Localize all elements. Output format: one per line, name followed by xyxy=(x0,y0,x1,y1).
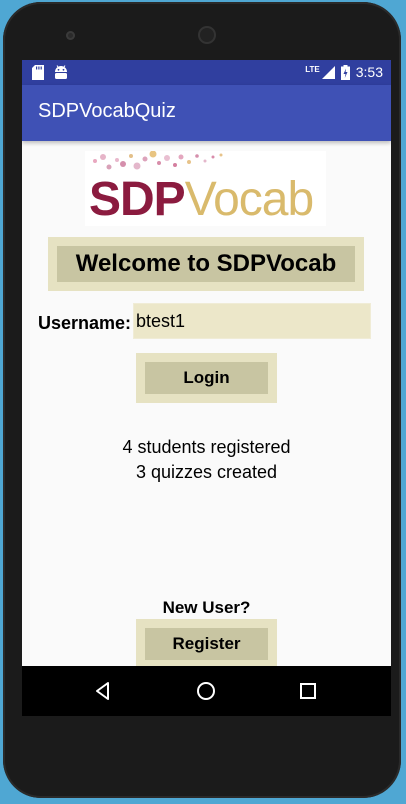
quizzes-count: 3 quizzes created xyxy=(135,462,278,482)
recents-icon[interactable] xyxy=(293,676,323,706)
network-type: LTE xyxy=(305,64,320,74)
username-input[interactable]: btest1 xyxy=(133,303,371,339)
sd-card-icon xyxy=(32,65,44,80)
register-button[interactable]: Register xyxy=(136,619,277,669)
register-button-label: Register xyxy=(145,628,268,660)
welcome-text: Welcome to SDPVocab xyxy=(57,246,355,282)
students-count: 4 students registered xyxy=(122,437,291,457)
login-button[interactable]: Login xyxy=(136,353,277,403)
welcome-banner: Welcome to SDPVocab xyxy=(48,237,364,291)
back-icon[interactable] xyxy=(88,676,118,706)
android-icon xyxy=(55,65,67,79)
earpiece-speaker xyxy=(198,26,216,44)
new-user-prompt: New User? xyxy=(162,598,251,617)
status-bar: LTE 3:53 xyxy=(22,60,391,85)
app-bar: SDPVocabQuiz xyxy=(22,85,391,141)
app-title: SDPVocabQuiz xyxy=(38,100,176,122)
signal-icon xyxy=(321,65,335,79)
username-label: Username: xyxy=(38,313,132,333)
device-screen: LTE 3:53 SDPVocabQuiz SDPVocab Welcome t… xyxy=(22,60,391,716)
clock: 3:53 xyxy=(355,64,383,80)
main-content: SDPVocab Welcome to SDPVocab Username: b… xyxy=(22,141,391,669)
logo-text-sdp: SDP xyxy=(89,173,186,226)
login-button-label: Login xyxy=(145,362,268,394)
front-camera xyxy=(66,31,75,40)
logo-text-vocab: Vocab xyxy=(184,173,314,226)
home-icon[interactable] xyxy=(191,676,221,706)
phone-frame: LTE 3:53 SDPVocabQuiz SDPVocab Welcome t… xyxy=(3,2,401,798)
navigation-bar xyxy=(22,666,391,716)
app-logo: SDPVocab xyxy=(85,151,326,226)
battery-charging-icon xyxy=(340,64,350,80)
